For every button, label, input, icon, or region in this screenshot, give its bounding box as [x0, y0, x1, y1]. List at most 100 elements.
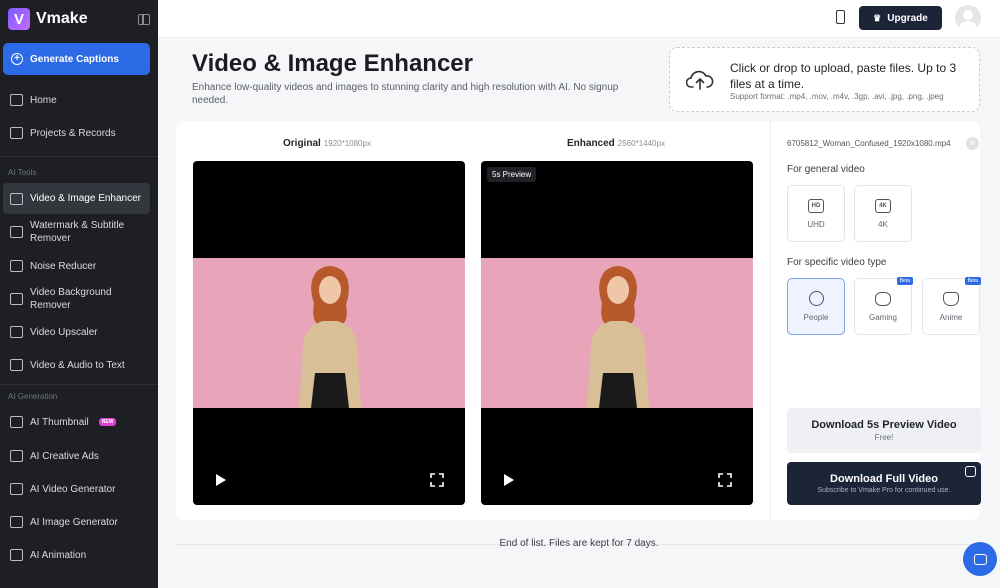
video-frame: [481, 258, 753, 408]
sidebar-item-label: Home: [30, 94, 57, 106]
enhanced-video-player[interactable]: 5s Preview: [481, 161, 753, 505]
mobile-icon[interactable]: [836, 10, 845, 24]
sidebar-item-label: AI Animation: [30, 549, 87, 561]
sidebar-item-video-upscaler[interactable]: Video Upscaler: [3, 324, 150, 340]
sidebar-item-projects[interactable]: Projects & Records: [3, 125, 150, 141]
sidebar-item-label: Video & Image Enhancer: [30, 193, 142, 204]
upgrade-button[interactable]: ♛ Upgrade: [859, 6, 942, 30]
sidebar-item-ai-animation[interactable]: AI Animation: [3, 547, 150, 563]
section-label-ai-tools: AI Tools: [8, 168, 37, 177]
transcribe-icon: [10, 359, 23, 371]
upload-formats: Support format: .mp4, .mov, .m4v, .3gp, …: [730, 92, 944, 101]
upload-instructions: Click or drop to upload, paste files. Up…: [730, 61, 957, 91]
video-person-image: [299, 266, 361, 408]
eraser-icon: [10, 226, 23, 238]
sidebar-item-ai-video-generator[interactable]: AI Video Generator: [3, 481, 150, 497]
file-name: 6705812_Woman_Confused_1920x1080.mp4: [787, 139, 951, 148]
download-full-sub: Subscribe to Vmake Pro for continued use…: [817, 487, 951, 494]
sidebar-item-label: AI Video Generator: [30, 483, 116, 495]
option-anime[interactable]: Beta Anime: [922, 277, 981, 335]
panel-divider: [770, 121, 771, 520]
option-people[interactable]: People: [787, 278, 845, 335]
sidebar-collapse-icon[interactable]: [138, 13, 150, 25]
section-label-ai-generation: AI Generation: [8, 392, 58, 401]
option-gaming[interactable]: Beta Gaming: [854, 277, 913, 335]
sidebar-item-label: AI Thumbnail: [30, 416, 89, 428]
original-title: Original: [283, 138, 321, 149]
avatar[interactable]: [955, 5, 981, 31]
sidebar-item-ai-thumbnail[interactable]: AI Thumbnail NEW: [3, 414, 150, 430]
download-preview-button[interactable]: Download 5s Preview Video Free!: [787, 408, 981, 453]
enhanced-resolution: 2560*1440px: [617, 139, 665, 148]
footer-note: End of list. Files are kept for 7 days.: [499, 538, 659, 549]
generate-captions-button[interactable]: + Generate Captions: [3, 43, 150, 75]
option-4k[interactable]: 4K 4K: [854, 185, 912, 242]
sidebar-divider: [0, 156, 158, 157]
option-label: Anime: [939, 312, 963, 322]
beta-badge: Beta: [896, 277, 913, 285]
logo-row: V Vmake: [0, 0, 158, 38]
ads-icon: [10, 450, 23, 462]
option-uhd[interactable]: HD UHD: [787, 185, 845, 242]
page-title: Video & Image Enhancer: [192, 50, 473, 77]
original-label: Original 1920*1080px: [283, 138, 371, 149]
animation-icon: [10, 549, 23, 561]
thumbnail-icon: [10, 416, 23, 428]
preview-duration-tag: 5s Preview: [487, 167, 537, 182]
sidebar-item-background-remover[interactable]: Video Background Remover: [3, 285, 150, 313]
app-name: Vmake: [36, 10, 88, 27]
plus-icon: +: [11, 53, 23, 65]
beta-badge: Beta: [964, 277, 981, 285]
chat-icon: [973, 553, 987, 565]
pro-icon: [965, 466, 976, 477]
download-preview-label: Download 5s Preview Video: [811, 419, 957, 431]
hd-icon: [10, 192, 23, 205]
play-icon[interactable]: [216, 474, 226, 486]
sidebar-item-watermark-remover[interactable]: Watermark & Subtitle Remover: [3, 218, 150, 246]
specific-video-title: For specific video type: [787, 257, 887, 268]
download-full-button[interactable]: Download Full Video Subscribe to Vmake P…: [787, 462, 981, 505]
sidebar-divider: [0, 384, 158, 385]
original-resolution: 1920*1080px: [323, 139, 371, 148]
option-label: UHD: [807, 219, 825, 229]
sidebar-item-label: Noise Reducer: [30, 260, 97, 272]
fullscreen-icon[interactable]: [718, 473, 732, 487]
option-label: People: [803, 313, 829, 322]
page-description: Enhance low-quality videos and images to…: [192, 82, 619, 106]
topbar: ♛ Upgrade: [158, 0, 1000, 38]
close-icon[interactable]: ✕: [966, 137, 979, 150]
new-badge: NEW: [98, 418, 117, 426]
sidebar-item-video-audio-to-text[interactable]: Video & Audio to Text: [3, 357, 150, 373]
enhanced-label: Enhanced 2560*1440px: [567, 138, 665, 149]
sidebar-item-video-image-enhancer[interactable]: Video & Image Enhancer: [3, 183, 150, 214]
original-video-player[interactable]: [193, 161, 465, 505]
video-frame: [193, 258, 465, 408]
option-label: Gaming: [868, 312, 897, 322]
chat-support-button[interactable]: [963, 542, 997, 576]
vmake-logo-icon[interactable]: V: [8, 8, 30, 30]
image-generator-icon: [10, 516, 23, 528]
option-label: 4K: [878, 219, 888, 229]
cloud-upload-icon: [686, 70, 714, 90]
sidebar-item-label: Video Upscaler: [30, 326, 98, 338]
sidebar-item-ai-image-generator[interactable]: AI Image Generator: [3, 514, 150, 530]
sidebar-item-noise-reducer[interactable]: Noise Reducer: [3, 258, 150, 274]
sidebar-item-label: Projects & Records: [30, 127, 116, 139]
play-icon[interactable]: [504, 474, 514, 486]
download-full-label: Download Full Video: [830, 473, 938, 485]
sidebar-item-label: AI Creative Ads: [30, 450, 99, 462]
sidebar: V Vmake + Generate Captions Home Project…: [0, 0, 158, 588]
smile-icon: [808, 291, 824, 306]
sidebar-item-label: AI Image Generator: [30, 516, 118, 528]
4k-icon: 4K: [875, 198, 891, 213]
sidebar-item-ai-creative-ads[interactable]: AI Creative Ads: [3, 448, 150, 464]
video-generator-icon: [10, 483, 23, 495]
enhanced-title: Enhanced: [567, 138, 615, 149]
sidebar-item-label: Video Background Remover: [30, 287, 112, 311]
upload-dropzone[interactable]: Click or drop to upload, paste files. Up…: [669, 47, 980, 112]
download-preview-sub: Free!: [874, 433, 894, 442]
fullscreen-icon[interactable]: [430, 473, 444, 487]
home-icon: [10, 94, 23, 106]
sidebar-item-home[interactable]: Home: [3, 92, 150, 108]
crown-icon: ♛: [873, 12, 882, 23]
